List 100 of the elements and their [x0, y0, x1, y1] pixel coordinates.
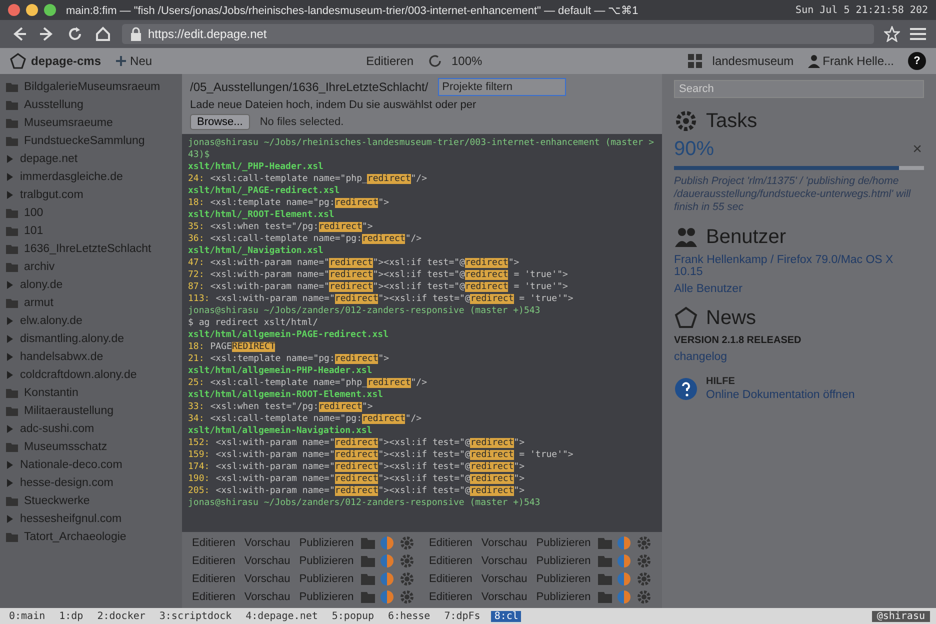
gear-icon[interactable] — [636, 589, 652, 605]
star-icon[interactable] — [884, 26, 900, 42]
tree-item[interactable]: handelsabwx.de — [6, 348, 176, 365]
tree-item[interactable]: depage.net — [6, 150, 176, 167]
preview-button[interactable]: Vorschau — [479, 590, 530, 604]
gear-icon[interactable] — [398, 535, 415, 551]
tree-item[interactable]: immerdasgleiche.de — [6, 168, 176, 185]
tree-item[interactable]: Tatort_Archaeologie — [6, 528, 176, 545]
tree-item[interactable]: Museumsschatz — [6, 438, 176, 455]
publish-button[interactable]: Publizieren — [534, 590, 593, 604]
preview-button[interactable]: Vorschau — [479, 554, 530, 568]
gear-icon[interactable] — [398, 589, 415, 605]
globe-icon[interactable] — [380, 536, 394, 550]
tree-item[interactable]: BildgalerieMuseumsraeum — [6, 78, 176, 95]
folder-icon[interactable] — [360, 591, 375, 603]
new-button[interactable]: Neu — [111, 52, 156, 70]
tree-item[interactable]: 100 — [6, 204, 176, 221]
preview-button[interactable]: Vorschau — [242, 590, 292, 604]
folder-icon[interactable] — [598, 555, 612, 567]
zoom-icon[interactable] — [44, 4, 56, 16]
tmux-window-tab[interactable]: 3:scriptdock — [156, 610, 235, 622]
edit-button[interactable]: Editieren — [190, 572, 238, 586]
help-button[interactable]: ? — [908, 52, 926, 70]
publish-button[interactable]: Publizieren — [534, 554, 593, 568]
gear-icon[interactable] — [398, 553, 415, 569]
reload-icon[interactable] — [66, 25, 84, 43]
tmux-window-tab[interactable]: 7:dpFs — [441, 610, 484, 622]
reload-icon[interactable] — [428, 54, 442, 68]
grid-icon[interactable] — [688, 54, 702, 68]
menu-icon[interactable] — [910, 27, 926, 41]
tmux-window-tab[interactable]: 0:main — [6, 610, 48, 622]
gear-icon[interactable] — [398, 571, 415, 587]
tree-item[interactable]: archiv — [6, 258, 176, 275]
preview-button[interactable]: Vorschau — [479, 572, 530, 586]
edit-button[interactable]: Editieren — [190, 590, 238, 604]
tmux-window-tab[interactable]: 6:hesse — [385, 610, 434, 622]
edit-button[interactable]: Editieren — [427, 590, 474, 604]
globe-icon[interactable] — [380, 554, 394, 568]
folder-icon[interactable] — [360, 555, 375, 567]
search-field[interactable]: Search — [674, 80, 924, 98]
tree-item[interactable]: 1636_IhreLetzteSchlacht — [6, 240, 176, 257]
publish-button[interactable]: Publizieren — [297, 554, 356, 568]
globe-icon[interactable] — [380, 590, 394, 604]
close-button[interactable]: × — [910, 140, 924, 158]
publish-button[interactable]: Publizieren — [297, 572, 356, 586]
edit-button[interactable]: Editieren — [427, 536, 474, 550]
user-button[interactable]: Frank Helle... — [804, 52, 898, 70]
documentation-link[interactable]: Online Dokumentation öffnen — [706, 389, 855, 401]
tree-item[interactable]: Ausstellung — [6, 96, 176, 113]
tree-item[interactable]: Museumsraeume — [6, 114, 176, 131]
preview-button[interactable]: Vorschau — [242, 554, 292, 568]
tree-item[interactable]: adc-sushi.com — [6, 420, 176, 437]
globe-icon[interactable] — [616, 554, 631, 568]
tree-item[interactable]: hesse-design.com — [6, 474, 176, 491]
tmux-window-tab[interactable]: 5:popup — [328, 610, 378, 622]
gear-icon[interactable] — [636, 535, 652, 551]
edit-button[interactable]: Editieren — [190, 554, 238, 568]
tree-item[interactable]: Militaeraustellung — [6, 402, 176, 419]
tmux-window-tab[interactable]: 4:depage.net — [242, 610, 321, 622]
browse-button[interactable]: Browse... — [190, 114, 250, 130]
filter-field[interactable]: Projekte filtern — [438, 78, 566, 96]
globe-icon[interactable] — [616, 590, 631, 604]
home-icon[interactable] — [94, 25, 112, 43]
tmux-window-tab[interactable]: 1:dp — [56, 610, 86, 622]
folder-icon[interactable] — [360, 573, 375, 585]
edit-button[interactable]: Editieren — [427, 554, 474, 568]
publish-button[interactable]: Publizieren — [534, 536, 593, 550]
tree-item[interactable]: armut — [6, 294, 176, 311]
tree-item[interactable]: 101 — [6, 222, 176, 239]
tree-item[interactable]: tralbgut.com — [6, 186, 176, 203]
folder-icon[interactable] — [598, 591, 612, 603]
globe-icon[interactable] — [616, 572, 631, 586]
tree-item[interactable]: elw.alony.de — [6, 312, 176, 329]
tree-item[interactable]: dismantling.alony.de — [6, 330, 176, 347]
publish-button[interactable]: Publizieren — [297, 536, 356, 550]
address-bar[interactable]: https://edit.depage.net — [122, 24, 874, 44]
tree-item[interactable]: alony.de — [6, 276, 176, 293]
publish-button[interactable]: Publizieren — [297, 590, 356, 604]
minimize-icon[interactable] — [26, 4, 38, 16]
folder-icon[interactable] — [598, 573, 612, 585]
preview-button[interactable]: Vorschau — [242, 536, 292, 550]
gear-icon[interactable] — [636, 553, 652, 569]
folder-icon[interactable] — [360, 537, 375, 549]
folder-icon[interactable] — [598, 537, 612, 549]
tree-item[interactable]: Nationale-deco.com — [6, 456, 176, 473]
edit-button[interactable]: Editieren — [427, 572, 474, 586]
tree-item[interactable]: Konstantin — [6, 384, 176, 401]
preview-button[interactable]: Vorschau — [479, 536, 530, 550]
globe-icon[interactable] — [380, 572, 394, 586]
gear-icon[interactable] — [636, 571, 652, 587]
tree-item[interactable]: hessesheifgnul.com — [6, 510, 176, 527]
globe-icon[interactable] — [616, 536, 631, 550]
close-icon[interactable] — [8, 4, 20, 16]
changelog-link[interactable]: changelog — [674, 351, 924, 363]
edit-button[interactable]: Editieren — [362, 52, 418, 70]
tree-item[interactable]: FundstueckeSammlung — [6, 132, 176, 149]
preview-button[interactable]: Vorschau — [242, 572, 292, 586]
tmux-window-tab[interactable]: 2:docker — [94, 610, 148, 622]
all-users-link[interactable]: Alle Benutzer — [674, 283, 924, 295]
publish-button[interactable]: Publizieren — [534, 572, 593, 586]
